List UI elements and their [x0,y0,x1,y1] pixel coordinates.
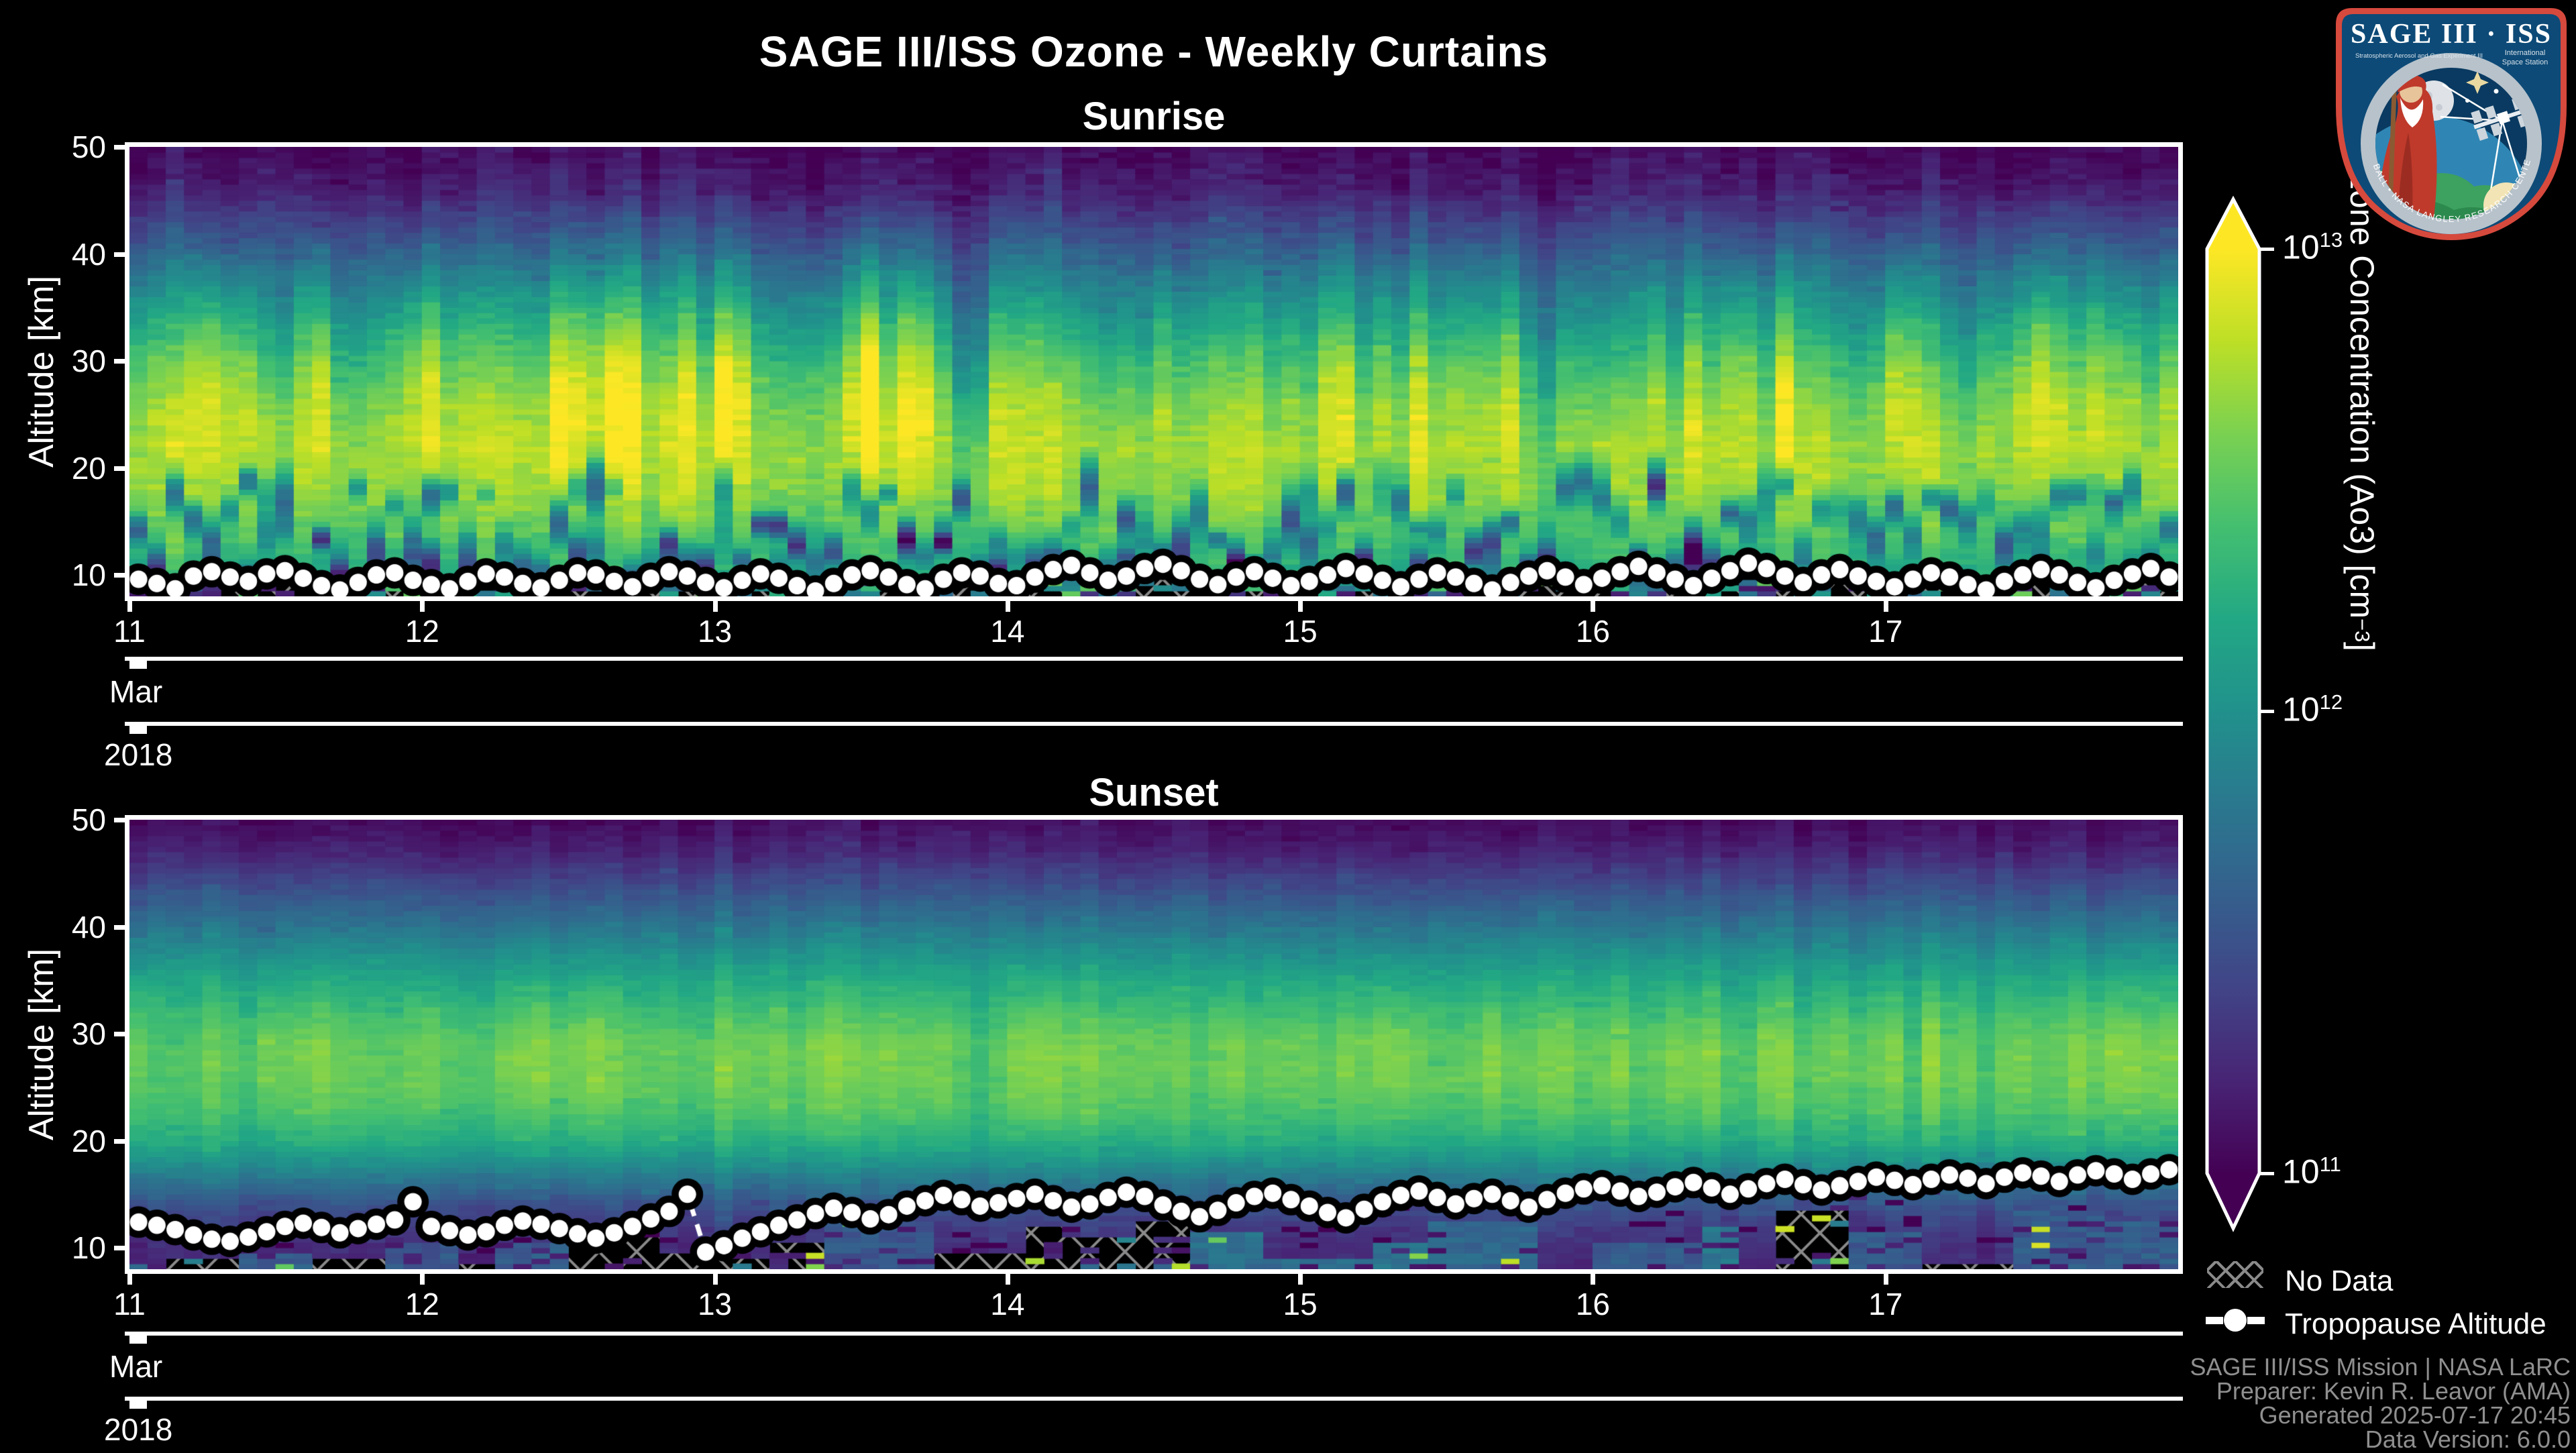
star-dot [2493,89,2499,94]
tropopause-label: Tropopause Altitude [2285,1307,2546,1340]
colorbar-tick-label: 1012 [2282,690,2343,729]
x-tick [712,1274,718,1285]
tropopause-dot-icon [2224,1309,2247,1332]
y-tick-label: 40 [71,236,106,272]
logo-subtitle-right-1: International [2505,49,2546,57]
x-tick [420,1274,425,1285]
x-tick-label: 17 [1868,1287,1903,1322]
x-tick-label: 15 [1283,1287,1318,1322]
y-tick [114,1032,125,1037]
x-tick [1298,601,1303,612]
sunset-panel [125,815,2183,1274]
y-tick-label: 10 [71,557,106,593]
sunrise-heatmap-canvas [129,147,2178,596]
attribution-line: Generated 2025-07-17 20:45 [2259,1401,2571,1429]
x-tick-label: 14 [990,614,1025,649]
y-tick [114,1246,125,1251]
panel-title-sunrise: Sunrise [1082,95,1226,138]
attribution-line: Preparer: Kevin R. Leavor (AMA) [2216,1377,2571,1405]
y-tick-label: 30 [71,343,106,379]
colorbar-label-exponent: −3 [2351,618,2374,643]
month-axis-tick-sunset [129,1336,147,1344]
colorbar-label-close: ] [2343,642,2381,652]
month-label-sunset: Mar [109,1349,163,1384]
no-data-swatch [2207,1261,2263,1288]
x-tick-label: 11 [113,1287,146,1322]
logo-title: SAGE III · ISS [2351,19,2552,50]
y-tick-label: 50 [71,129,106,164]
colorbar-tick [2259,248,2274,251]
year-axis-line-sunset [125,1397,2183,1401]
tropopause-dash-icon [2247,1316,2265,1324]
x-tick-label: 17 [1868,614,1903,649]
x-tick-label: 13 [697,1287,733,1322]
y-tick [114,359,125,364]
sunrise-panel [125,142,2183,601]
no-data-label: No Data [2285,1264,2394,1297]
y-tick-label: 10 [71,1230,106,1266]
figure: SAGE III/ISS Ozone - Weekly Curtains Sun… [0,0,2576,1452]
year-axis-tick-sunrise [129,726,147,734]
x-tick [1591,1274,1596,1285]
sunset-heatmap-canvas [129,820,2178,1269]
year-axis-line-sunrise [125,722,2183,726]
y-tick-label: 30 [71,1016,106,1052]
x-tick [1591,601,1596,612]
x-tick-label: 16 [1575,614,1611,649]
logo-subtitle-left: Stratospheric Aerosol and Gas Experiment… [2355,52,2483,60]
panel-title-sunset: Sunset [1089,771,1219,814]
y-tick [114,252,125,257]
x-tick [127,601,132,612]
y-tick [114,573,125,578]
colorbar-gradient-bar [2205,195,2261,1232]
x-tick-label: 12 [405,1287,439,1322]
x-tick-label: 11 [113,614,146,649]
colorbar-tick-label: 1011 [2282,1152,2341,1191]
logo-subtitle-right-2: Space Station [2502,58,2548,66]
x-tick-label: 13 [697,614,733,649]
x-tick [1298,1274,1303,1285]
moon-crater [2436,104,2443,111]
y-tick [114,818,125,822]
attribution-line: SAGE III/ISS Mission | NASA LaRC [2190,1353,2571,1381]
year-label-sunset: 2018 [104,1412,173,1447]
mission-patch-logo: SAGE III · ISS Stratospheric Aerosol and… [2333,5,2567,240]
y-tick-label: 50 [71,802,106,837]
x-tick-label: 15 [1283,614,1318,649]
month-axis-line-sunset [125,1332,2183,1336]
y-tick-label: 20 [71,1123,106,1159]
colorbar-tick [2259,1172,2274,1175]
y-tick [114,145,125,150]
x-tick [1005,1274,1010,1285]
x-tick [1005,601,1010,612]
y-tick-label: 20 [71,450,106,486]
year-axis-tick-sunset [129,1401,147,1409]
chart-title: SAGE III/ISS Ozone - Weekly Curtains [759,28,1549,76]
tropopause-dash-icon [2206,1316,2223,1324]
y-tick [114,924,125,930]
x-tick [420,601,425,612]
tropopause-swatch [2206,1307,2265,1334]
colorbar [2205,195,2261,1232]
colorbar-tick-label: 1013 [2282,228,2343,266]
month-label-sunrise: Mar [109,674,163,709]
x-tick [1883,1274,1888,1285]
y-tick [114,1138,125,1144]
x-tick-label: 14 [990,1287,1025,1322]
colorbar-axis-label: Ozone Concentration (Ao3) [cm −3] [2343,147,2381,1269]
x-tick [127,1274,132,1285]
y-tick-label: 40 [71,909,106,945]
attribution: SAGE III/ISS Mission | NASA LaRC Prepare… [2190,1355,2571,1452]
colorbar-tick [2259,710,2274,713]
y-tick [114,466,125,471]
attribution-line: Data Version: 6.0.0 [2365,1425,2571,1453]
year-label-sunrise: 2018 [104,737,173,772]
x-tick-label: 16 [1575,1287,1611,1322]
x-tick [1883,601,1888,612]
x-tick [712,601,718,612]
month-axis-tick-sunrise [129,661,147,669]
month-axis-line-sunrise [125,657,2183,661]
x-tick-label: 12 [405,614,439,649]
